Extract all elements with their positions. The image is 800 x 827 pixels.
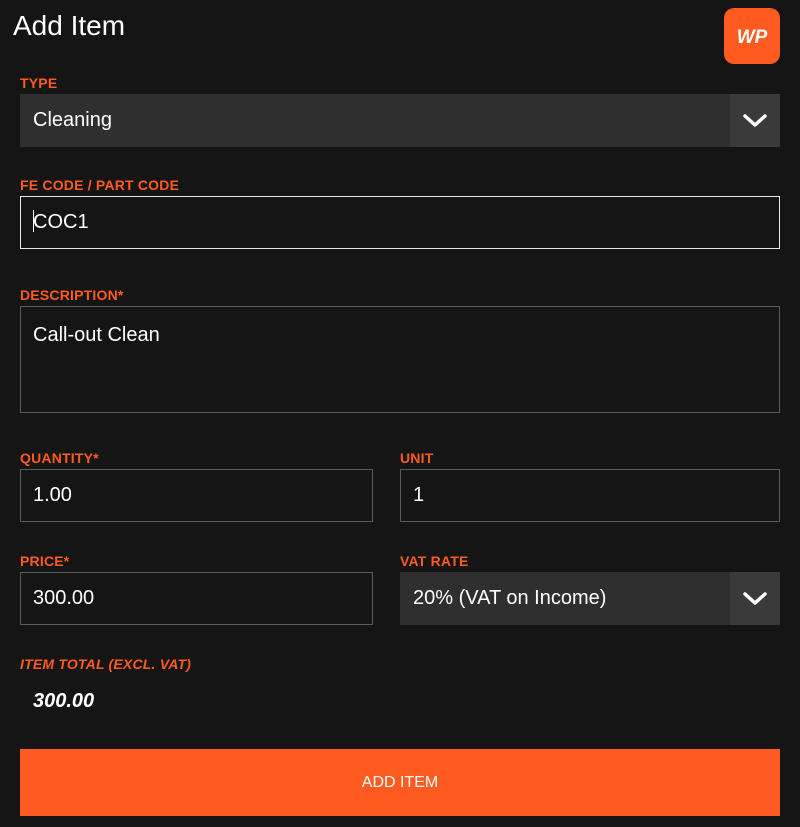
- add-item-screen: Add Item WP TYPE Cleaning FE CODE / PART…: [0, 0, 800, 827]
- quantity-label: QUANTITY*: [20, 450, 99, 466]
- unit-label: UNIT: [400, 450, 434, 466]
- price-label: PRICE*: [20, 553, 70, 569]
- quantity-input[interactable]: 1.00: [20, 469, 373, 522]
- text-cursor: [33, 209, 34, 232]
- code-input[interactable]: COC1: [20, 196, 780, 249]
- vat-rate-value: 20% (VAT on Income): [413, 587, 607, 609]
- item-total-label: ITEM TOTAL (EXCL. VAT): [20, 656, 192, 672]
- type-select-value: Cleaning: [33, 109, 112, 131]
- chevron-down-icon[interactable]: [730, 94, 780, 147]
- wp-logo-icon[interactable]: WP: [724, 8, 780, 64]
- quantity-value: 1.00: [33, 484, 72, 506]
- price-input[interactable]: 300.00: [20, 572, 373, 625]
- item-total-value: 300.00: [33, 690, 95, 712]
- add-item-button[interactable]: ADD ITEM: [20, 749, 780, 816]
- vat-rate-label: VAT RATE: [400, 553, 469, 569]
- description-value: Call-out Clean: [33, 324, 160, 346]
- type-select[interactable]: Cleaning: [20, 94, 780, 147]
- page-title: Add Item: [13, 10, 126, 41]
- type-label: TYPE: [20, 75, 58, 91]
- code-label: FE CODE / PART CODE: [20, 177, 180, 193]
- unit-input[interactable]: 1: [400, 469, 780, 522]
- vat-rate-select[interactable]: 20% (VAT on Income): [400, 572, 780, 625]
- chevron-down-icon[interactable]: [730, 572, 780, 625]
- description-label: DESCRIPTION*: [20, 287, 124, 303]
- wp-logo-glyph: WP: [737, 27, 768, 48]
- price-value: 300.00: [33, 587, 95, 609]
- description-textarea[interactable]: Call-out Clean: [20, 306, 780, 413]
- unit-value: 1: [413, 484, 425, 506]
- logo-text: WP: [737, 27, 768, 48]
- code-input-value: COC1: [33, 211, 89, 233]
